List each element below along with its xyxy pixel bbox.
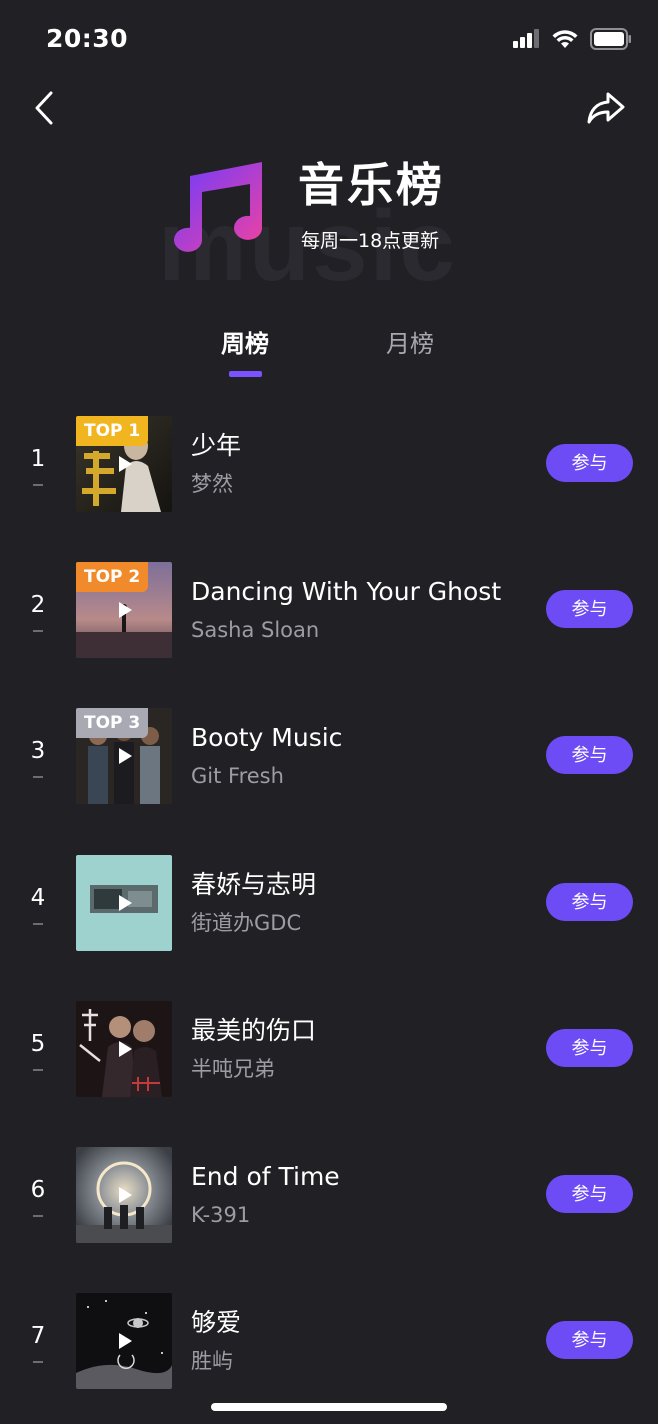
album-cover[interactable]: TOP 2 <box>76 562 172 659</box>
play-icon <box>119 1333 132 1350</box>
rank-change-dash <box>33 1361 43 1364</box>
play-icon <box>119 456 132 472</box>
song-artist: 梦然 <box>191 472 233 496</box>
album-cover[interactable]: TOP 3 <box>76 708 172 805</box>
tab-monthly[interactable]: 月榜 <box>386 332 434 356</box>
share-button[interactable] <box>584 86 628 130</box>
list-item[interactable]: 2 TOP 2 Dancing With Your Ghost Sasha Sl… <box>0 556 658 702</box>
page-title: 音乐榜 <box>298 158 445 212</box>
rank-change-dash <box>33 776 43 779</box>
status-bar: 20:30 <box>0 0 658 80</box>
music-note-logo-icon <box>174 162 262 252</box>
song-title: 少年 <box>191 431 242 460</box>
rank-number: 6 <box>30 1176 46 1203</box>
rank-change-dash <box>33 1068 43 1071</box>
join-button[interactable]: 参与 <box>546 1174 633 1213</box>
list-item[interactable]: 4 春娇与志明 街道办GDC 参与 <box>0 849 658 995</box>
rank-number: 2 <box>30 592 46 619</box>
album-cover[interactable] <box>76 1293 172 1390</box>
album-cover[interactable] <box>76 1146 172 1243</box>
home-indicator[interactable] <box>211 1403 447 1411</box>
play-icon <box>119 1186 132 1203</box>
song-title: 够爱 <box>191 1308 242 1338</box>
list-item[interactable]: 6 End of Time K-391 参与 <box>0 1141 658 1287</box>
tab-weekly[interactable]: 周榜 <box>221 332 269 356</box>
song-title: 最美的伤口 <box>191 1015 317 1045</box>
play-icon <box>119 602 132 619</box>
rank-number: 5 <box>30 1030 46 1057</box>
rank-number: 1 <box>30 446 46 472</box>
join-button[interactable]: 参与 <box>546 444 633 482</box>
song-artist: K-391 <box>191 1202 251 1227</box>
rank-change-dash <box>33 630 43 633</box>
battery-icon <box>590 28 631 50</box>
top-rank-badge: TOP 2 <box>76 562 149 593</box>
back-button[interactable] <box>24 86 64 130</box>
status-icons <box>512 28 632 50</box>
list-item[interactable]: 3 TOP 3 Booty Music Git Fresh 参与 <box>0 702 658 848</box>
signal-icon <box>513 29 539 48</box>
song-artist: Sasha Sloan <box>191 618 320 643</box>
list-item[interactable]: 5 最美的伤口 半吨兄弟 参与 <box>0 995 658 1141</box>
join-button[interactable]: 参与 <box>546 736 633 775</box>
song-artist: 街道办GDC <box>191 910 302 935</box>
chevron-left-icon <box>35 91 53 125</box>
rank-number: 7 <box>30 1323 46 1350</box>
rank-change-dash <box>33 1214 43 1217</box>
rank-change-dash <box>33 484 43 486</box>
join-button[interactable]: 参与 <box>546 1028 633 1067</box>
music-chart-page: 20:30 music 音乐榜 每周一18点更新 周榜 月榜 1 TOP 1 少… <box>0 0 658 1424</box>
share-icon <box>587 92 625 124</box>
top-rank-badge: TOP 3 <box>76 708 149 739</box>
album-cover[interactable]: TOP 1 <box>76 416 172 512</box>
list-item[interactable]: 1 TOP 1 少年 梦然 参与 <box>0 410 658 556</box>
rank-number: 3 <box>30 738 46 765</box>
song-title: Dancing With Your Ghost <box>191 577 502 607</box>
play-icon <box>119 748 132 765</box>
song-list: 1 TOP 1 少年 梦然 参与 2 TOP 2 Dancing With Yo… <box>0 410 658 1424</box>
song-title: 春娇与志明 <box>191 869 317 899</box>
song-artist: 胜屿 <box>191 1349 233 1374</box>
album-cover[interactable] <box>76 1000 172 1097</box>
song-artist: Git Fresh <box>191 764 284 789</box>
song-title: Booty Music <box>191 723 343 753</box>
play-icon <box>119 1040 132 1057</box>
play-icon <box>119 894 132 911</box>
join-button[interactable]: 参与 <box>546 590 633 629</box>
tab-active-indicator <box>229 371 262 377</box>
join-button[interactable]: 参与 <box>546 882 633 921</box>
song-artist: 半吨兄弟 <box>191 1056 275 1081</box>
rank-change-dash <box>33 922 43 925</box>
album-cover[interactable] <box>76 854 172 951</box>
top-rank-badge: TOP 1 <box>76 416 149 446</box>
status-time: 20:30 <box>46 24 129 53</box>
rank-number: 4 <box>30 884 46 911</box>
page-subtitle: 每周一18点更新 <box>301 230 440 252</box>
join-button[interactable]: 参与 <box>546 1321 633 1360</box>
song-title: End of Time <box>191 1161 340 1191</box>
wifi-icon <box>552 30 578 48</box>
